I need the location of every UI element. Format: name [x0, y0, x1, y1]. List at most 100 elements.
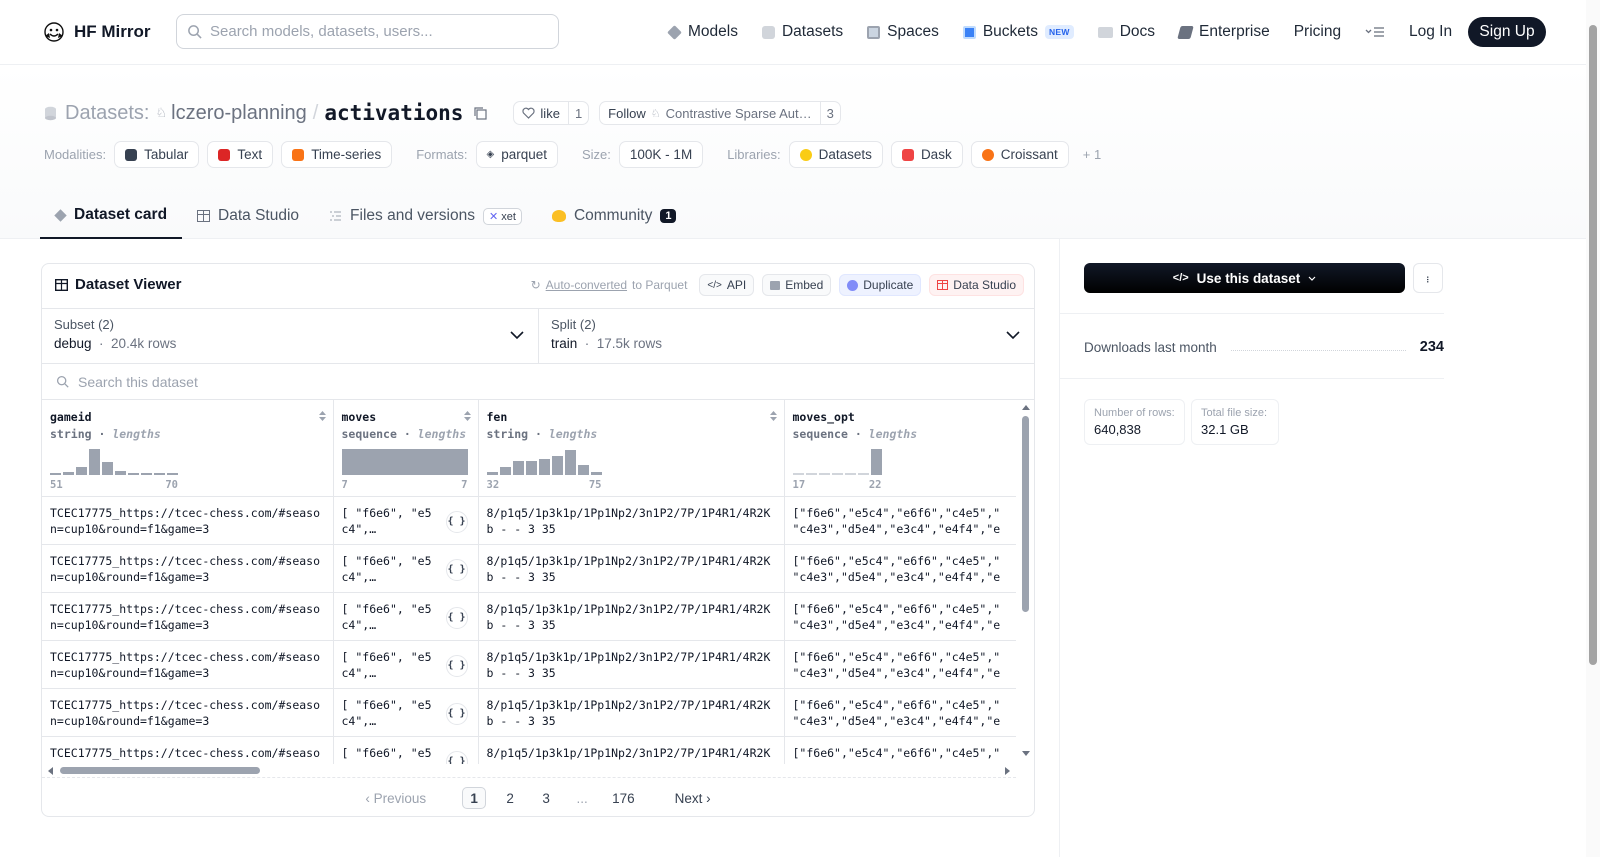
- auto-converted-link[interactable]: Auto-converted: [546, 278, 627, 292]
- embed-button[interactable]: Embed: [762, 274, 832, 296]
- cell-moves-opt[interactable]: ["f6e6","e5c4","e6f6","c4e5",""c4e3","d5…: [784, 496, 1016, 545]
- signup-button[interactable]: Sign Up: [1468, 17, 1546, 47]
- subset-select[interactable]: Subset (2) debug · 20.4k rows: [42, 309, 538, 363]
- tab-dataset-card[interactable]: Dataset card: [40, 193, 183, 239]
- page-scrollbar[interactable]: [1586, 0, 1600, 857]
- expand-json-icon[interactable]: { }: [445, 702, 468, 725]
- table-horizontal-scrollbar[interactable]: [42, 764, 1016, 778]
- nav-link-buckets[interactable]: Buckets NEW: [962, 18, 1074, 46]
- cell-moves[interactable]: [ "f6e6", "e5c4",…{ }: [333, 688, 479, 737]
- modality-tag-tabular[interactable]: Tabular: [114, 141, 200, 168]
- size-tag[interactable]: 100K - 1M: [618, 141, 704, 168]
- scroll-left-arrow-icon[interactable]: [46, 766, 54, 776]
- next-page-button[interactable]: Next ›: [669, 787, 717, 809]
- histogram-bar[interactable]: [486, 472, 498, 475]
- cell-moves-opt[interactable]: ["f6e6","e5c4","e6f6","c4e5",""c4e3","d5…: [784, 544, 1016, 593]
- cell-fen[interactable]: 8/p1q5/1p3k1p/1Pp1Np2/3n1P2/7P/1P4R1/4R2…: [478, 544, 785, 593]
- histogram-bar[interactable]: [89, 449, 100, 475]
- histogram-bar[interactable]: [844, 473, 856, 475]
- expand-json-icon[interactable]: { }: [445, 558, 468, 581]
- cell-gameid[interactable]: TCEC17775_https://tcec-chess.com/#season…: [42, 592, 334, 641]
- column-header-1[interactable]: moves sequence · lengths 7 7: [333, 400, 479, 497]
- table-horizontal-scroll-thumb[interactable]: [60, 767, 260, 774]
- nav-link-enterprise[interactable]: Enterprise: [1177, 18, 1270, 46]
- histogram-bar[interactable]: [870, 449, 882, 475]
- histogram-bar[interactable]: [805, 473, 817, 475]
- page-button[interactable]: 176: [606, 787, 641, 809]
- nav-link-pricing[interactable]: Pricing: [1294, 18, 1341, 46]
- histogram-bar[interactable]: [857, 473, 869, 475]
- cell-fen[interactable]: 8/p1q5/1p3k1p/1Pp1Np2/3n1P2/7P/1P4R1/4R2…: [478, 496, 785, 545]
- table-row[interactable]: TCEC17775_https://tcec-chess.com/#season…: [42, 640, 1016, 689]
- histogram-bar[interactable]: [115, 471, 126, 475]
- more-options-button[interactable]: ···: [1413, 263, 1443, 293]
- cell-gameid[interactable]: TCEC17775_https://tcec-chess.com/#season…: [42, 688, 334, 737]
- like-button[interactable]: like 1: [513, 101, 590, 125]
- histogram-bar[interactable]: [63, 472, 74, 475]
- column-histogram[interactable]: [792, 448, 882, 475]
- cell-moves[interactable]: [ "f6e6", "e5c4",…{ }: [333, 544, 479, 593]
- histogram-bar[interactable]: [50, 473, 61, 475]
- nav-link-spaces[interactable]: Spaces: [867, 18, 939, 46]
- global-search[interactable]: [176, 14, 559, 49]
- brand-logo[interactable]: HF Mirror: [42, 20, 151, 44]
- histogram-bar[interactable]: [154, 473, 165, 475]
- cell-gameid[interactable]: TCEC17775_https://tcec-chess.com/#season…: [42, 640, 334, 689]
- histogram-bar[interactable]: [141, 473, 152, 475]
- dataset-search[interactable]: [42, 364, 1034, 400]
- histogram-bar[interactable]: [341, 449, 468, 475]
- modality-tag-time-series[interactable]: Time-series: [281, 141, 393, 168]
- histogram-bar[interactable]: [590, 472, 602, 475]
- sort-icon[interactable]: [769, 410, 778, 422]
- page-scroll-thumb[interactable]: [1589, 25, 1597, 665]
- column-histogram[interactable]: [486, 448, 602, 475]
- scroll-down-arrow-icon[interactable]: [1021, 750, 1031, 758]
- histogram-bar[interactable]: [792, 473, 804, 475]
- cell-gameid[interactable]: TCEC17775_https://tcec-chess.com/#season…: [42, 496, 334, 545]
- table-row[interactable]: TCEC17775_https://tcec-chess.com/#season…: [42, 496, 1016, 545]
- previous-page-button[interactable]: ‹ Previous: [359, 787, 432, 809]
- modality-tag-text[interactable]: Text: [207, 141, 274, 168]
- nav-more-menu[interactable]: [1365, 18, 1385, 46]
- cell-moves-opt[interactable]: ["f6e6","e5c4","e6f6","c4e5",""c4e3","d5…: [784, 592, 1016, 641]
- cell-gameid[interactable]: TCEC17775_https://tcec-chess.com/#season…: [42, 544, 334, 593]
- histogram-bar[interactable]: [831, 473, 843, 475]
- nav-link-docs[interactable]: Docs: [1097, 18, 1155, 46]
- scroll-right-arrow-icon[interactable]: [1004, 766, 1012, 776]
- column-header-0[interactable]: gameid string · lengths 51 70: [42, 400, 334, 497]
- cell-moves[interactable]: [ "f6e6", "e5c4",…{ }: [333, 592, 479, 641]
- histogram-bar[interactable]: [564, 450, 576, 475]
- login-link[interactable]: Log In: [1409, 23, 1452, 41]
- library-tag-datasets[interactable]: Datasets: [788, 141, 883, 168]
- libraries-more[interactable]: + 1: [1083, 147, 1101, 162]
- expand-json-icon[interactable]: { }: [445, 510, 468, 533]
- histogram-bar[interactable]: [551, 456, 563, 475]
- library-tag-croissant[interactable]: Croissant: [970, 141, 1069, 168]
- column-histogram[interactable]: [341, 448, 468, 475]
- sort-icon[interactable]: [463, 410, 472, 422]
- tab-files-and-versions[interactable]: Files and versions ✕ xet: [314, 193, 537, 239]
- cell-moves-opt[interactable]: ["f6e6","e5c4","e6f6","c4e5",""c4e3","d5…: [784, 640, 1016, 689]
- format-tag-parquet[interactable]: ◈ parquet: [475, 141, 558, 168]
- histogram-bar[interactable]: [538, 459, 550, 475]
- cell-moves[interactable]: [ "f6e6", "e5c4",…{ }: [333, 496, 479, 545]
- cell-moves[interactable]: [ "f6e6", "e5c4",…{ }: [333, 736, 479, 764]
- histogram-bar[interactable]: [128, 473, 139, 475]
- copy-icon[interactable]: [473, 106, 488, 120]
- table-row[interactable]: TCEC17775_https://tcec-chess.com/#season…: [42, 592, 1016, 641]
- dataset-name[interactable]: activations: [324, 101, 463, 125]
- org-link[interactable]: ♘ lczero-planning: [155, 102, 306, 125]
- expand-json-icon[interactable]: { }: [445, 750, 468, 764]
- follow-button[interactable]: Follow ♘ Contrastive Sparse Aut… 3: [599, 101, 841, 125]
- cell-fen[interactable]: 8/p1q5/1p3k1p/1Pp1Np2/3n1P2/7P/1P4R1/4R2…: [478, 640, 785, 689]
- duplicate-button[interactable]: Duplicate: [839, 274, 922, 296]
- cell-fen[interactable]: 8/p1q5/1p3k1p/1Pp1Np2/3n1P2/7P/1P4R1/4R2…: [478, 736, 785, 764]
- use-this-dataset-button[interactable]: </> Use this dataset: [1084, 263, 1405, 293]
- histogram-bar[interactable]: [499, 467, 511, 475]
- table-vertical-scroll-thumb[interactable]: [1022, 416, 1029, 612]
- histogram-bar[interactable]: [102, 462, 113, 475]
- column-header-2[interactable]: fen string · lengths 32 75: [478, 400, 785, 497]
- histogram-bar[interactable]: [76, 467, 87, 475]
- data-studio-button[interactable]: Data Studio: [929, 274, 1024, 296]
- cell-fen[interactable]: 8/p1q5/1p3k1p/1Pp1Np2/3n1P2/7P/1P4R1/4R2…: [478, 592, 785, 641]
